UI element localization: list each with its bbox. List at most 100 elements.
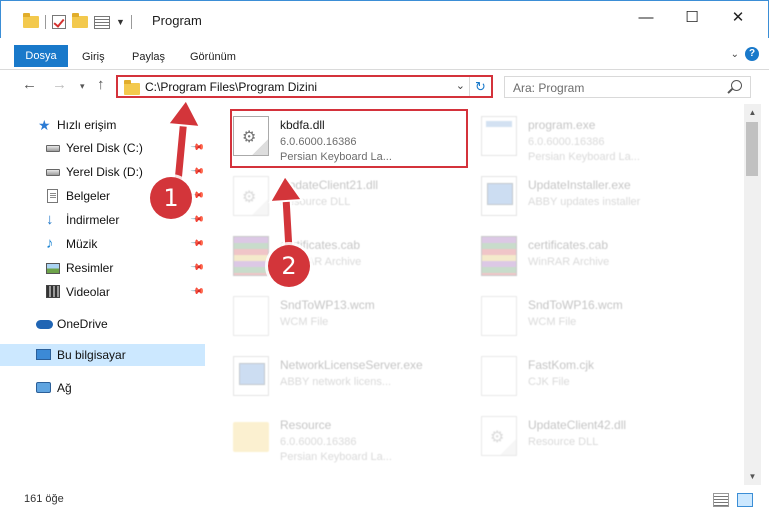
recent-locations-chevron-icon[interactable]: ▾ (80, 81, 85, 92)
drive-icon (46, 145, 60, 152)
navigation-bar: ← → ▾ ↑ C:\Program Files\Program Dizini … (0, 70, 769, 104)
sidebar-item-this-pc[interactable]: Bu bilgisayar (0, 344, 205, 366)
sidebar-item-label: OneDrive (57, 317, 108, 331)
scroll-down-arrow-icon[interactable]: ▼ (744, 468, 761, 485)
file-name: UpdateInstaller.exe (528, 178, 631, 192)
file-name: certificates.cab (528, 238, 609, 252)
archive-file-icon (481, 236, 517, 276)
file-name: FastKom.cjk (528, 358, 595, 372)
pin-icon[interactable]: 📌 (190, 212, 205, 228)
sidebar-item-label: Hızlı erişim (57, 118, 117, 132)
up-arrow-icon[interactable]: ↑ (97, 76, 105, 93)
folder-icon (124, 80, 140, 95)
file-item[interactable]: Resource 6.0.6000.16386 Persian Keyboard… (208, 408, 448, 466)
help-icon[interactable]: ? (745, 47, 759, 61)
file-name: UpdateClient42.dll (528, 418, 627, 432)
scrollbar-thumb[interactable] (746, 122, 758, 176)
computer-icon (36, 349, 51, 360)
file-item[interactable]: NetworkLicenseServer.exe ABBY network li… (208, 348, 448, 406)
refresh-icon[interactable]: ↻ (469, 77, 491, 96)
tab-file[interactable]: Dosya (14, 45, 68, 67)
sidebar-item-pictures[interactable]: Resimler 📌 (0, 257, 205, 279)
sidebar-item-local-disk-c[interactable]: Yerel Disk (C:) 📌 (0, 137, 205, 159)
file-item[interactable]: program.exe 6.0.6000.16386 Persian Keybo… (456, 108, 696, 166)
scroll-up-arrow-icon[interactable]: ▲ (744, 104, 761, 121)
file-type: ABBY updates installer (528, 196, 641, 208)
file-type: Resource DLL (280, 196, 351, 208)
sidebar-item-quick-access[interactable]: ★ Hızlı erişim (0, 114, 205, 136)
file-version: 6.0.6000.16386 (528, 136, 605, 148)
vertical-scrollbar[interactable]: ▲ ▼ (744, 104, 761, 485)
status-bar: 161 öğe (0, 485, 769, 519)
file-name: UpdateClient21.dll (280, 178, 379, 192)
sidebar-item-label: Resimler (66, 261, 114, 275)
blank-file-icon (481, 356, 517, 396)
search-box[interactable]: Ara: Program (504, 76, 751, 98)
file-type: ABBY network licens... (280, 376, 392, 388)
chevron-down-icon[interactable]: ▼ (116, 17, 125, 27)
minimize-button[interactable]: — (623, 1, 669, 33)
properties-check-icon[interactable] (52, 15, 66, 29)
chevron-down-icon[interactable]: ⌄ (456, 79, 465, 92)
toolbar-divider (130, 15, 132, 29)
sidebar-item-label: Bu bilgisayar (57, 348, 126, 362)
file-item[interactable]: FastKom.cjk CJK File (456, 348, 696, 406)
pictures-icon (46, 263, 60, 274)
new-folder-icon[interactable] (72, 13, 88, 28)
toolbar-divider (45, 15, 46, 29)
expand-ribbon-icon[interactable]: ⌄ (731, 49, 739, 60)
download-icon: ↓ (46, 211, 54, 228)
details-view-icon[interactable] (713, 493, 729, 507)
file-type: Resource DLL (528, 436, 599, 448)
step-2-badge: 2 (268, 245, 310, 287)
file-description: Persian Keyboard La... (528, 151, 640, 163)
address-path[interactable]: C:\Program Files\Program Dizini (145, 80, 317, 94)
pin-icon[interactable]: 📌 (190, 164, 205, 180)
close-button[interactable]: ✕ (715, 1, 761, 33)
customize-icon[interactable] (94, 15, 110, 29)
tab-home[interactable]: Giriş (82, 46, 105, 68)
dll-file-icon (233, 176, 269, 216)
tab-share[interactable]: Paylaş (132, 46, 165, 68)
file-item[interactable]: SndToWP13.wcm WCM File (208, 288, 448, 346)
window-file-icon (233, 356, 269, 396)
file-item[interactable]: UpdateClient42.dll Resource DLL (456, 408, 696, 466)
file-item[interactable]: certificates.cab WinRAR Archive (456, 228, 696, 286)
pin-icon[interactable]: 📌 (190, 236, 205, 252)
pin-icon[interactable]: 📌 (190, 140, 205, 156)
sidebar-item-label: Videolar (66, 285, 110, 299)
sidebar-item-label: Yerel Disk (D:) (66, 165, 143, 179)
tab-view[interactable]: Görünüm (190, 46, 236, 68)
sidebar-item-music[interactable]: ♪ Müzik 📌 (0, 233, 205, 255)
exe-file-icon (481, 116, 517, 156)
step-1-badge: 1 (150, 177, 192, 219)
sidebar-item-network[interactable]: Ağ (0, 377, 205, 399)
videos-icon (46, 285, 60, 298)
quick-access-toolbar: ▼ (23, 13, 132, 31)
file-item[interactable]: UpdateInstaller.exe ABBY updates install… (456, 168, 696, 226)
search-icon[interactable] (731, 80, 742, 91)
file-item[interactable]: SndToWP16.wcm WCM File (456, 288, 696, 346)
sidebar-item-onedrive[interactable]: OneDrive (0, 313, 205, 335)
file-item[interactable]: UpdateClient21.dll Resource DLL (208, 168, 448, 226)
star-icon: ★ (38, 117, 51, 133)
address-bar[interactable]: C:\Program Files\Program Dizini ⌄ ↻ (116, 75, 493, 98)
ribbon: Dosya Giriş Paylaş Görünüm ⌄ ? (0, 38, 769, 70)
pin-icon[interactable]: 📌 (190, 260, 205, 276)
pin-icon[interactable]: 📌 (190, 188, 205, 204)
file-name: SndToWP16.wcm (528, 298, 623, 312)
large-icons-view-icon[interactable] (737, 493, 753, 507)
maximize-button[interactable]: ☐ (669, 1, 715, 33)
onedrive-icon (36, 320, 53, 329)
file-item[interactable]: certificates.cab WinRAR Archive (208, 228, 448, 286)
music-icon: ♪ (46, 235, 54, 252)
forward-arrow-icon[interactable]: → (52, 76, 67, 93)
item-count: 161 öğe (24, 493, 64, 505)
file-description: Persian Keyboard La... (280, 451, 392, 463)
pin-icon[interactable]: 📌 (190, 284, 205, 300)
folder-icon (23, 13, 39, 28)
back-arrow-icon[interactable]: ← (22, 76, 37, 93)
blank-file-icon (481, 296, 517, 336)
sidebar-item-videos[interactable]: Videolar 📌 (0, 281, 205, 303)
search-input[interactable]: Ara: Program (513, 81, 584, 95)
